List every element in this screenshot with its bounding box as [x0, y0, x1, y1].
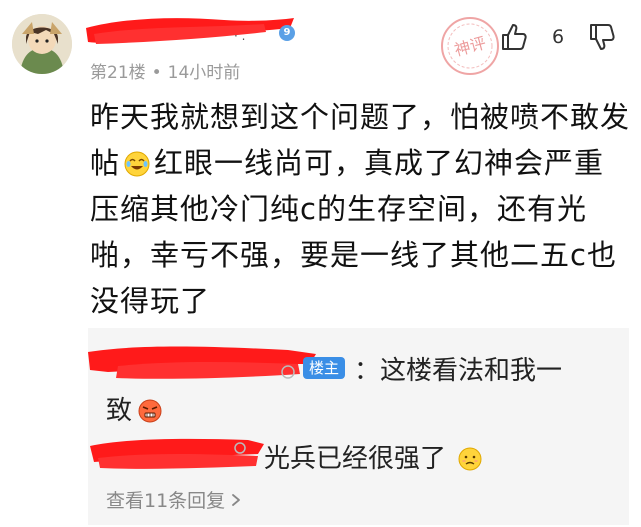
reply-2-text: 光兵已经很强了	[264, 438, 486, 475]
reply-separator: ：	[354, 356, 381, 386]
vote-group: 6	[500, 20, 616, 54]
featured-comment-stamp-icon: 神评	[441, 17, 499, 75]
laughing-tears-emoji-icon	[124, 151, 150, 177]
reply-1-line2: 致	[106, 396, 133, 426]
thumb-down-icon[interactable]	[588, 22, 616, 52]
username-redacted: · .	[86, 18, 294, 44]
chevron-right-icon	[232, 493, 241, 506]
like-count: 6	[552, 26, 565, 48]
stamp-text: 神评	[452, 33, 488, 60]
avatar-image	[12, 14, 72, 74]
op-badge: 楼主	[303, 357, 345, 379]
post-time: 14小时前	[167, 63, 241, 83]
level-badge: 9	[279, 25, 295, 41]
comment-body: 昨天我就想到这个问题了，怕被喷不敢发帖 红眼一线尚可，真成了幻神会严重压缩其他冷…	[90, 94, 630, 324]
avatar[interactable]	[12, 14, 72, 74]
reply-1-continued: 致	[106, 390, 166, 427]
sad-face-emoji-icon	[458, 447, 482, 471]
reply-1-text: ：这楼看法和我一	[354, 350, 562, 387]
reply-2-author-redacted	[90, 438, 264, 469]
reply-2-content: 光兵已经很强了	[264, 444, 447, 474]
reply-1-line1: 这楼看法和我一	[380, 356, 563, 386]
thumb-up-icon[interactable]	[500, 22, 528, 52]
svg-text:· .: · .	[234, 29, 245, 43]
comment-meta: 第21楼 • 14小时前	[90, 58, 240, 83]
floor-number: 第21楼	[90, 63, 146, 83]
reply-author-redacted	[88, 346, 316, 379]
view-more-label: 查看11条回复	[106, 490, 226, 512]
view-more-replies-link[interactable]: 查看11条回复	[106, 486, 241, 513]
meta-dot: •	[151, 63, 162, 83]
angry-face-emoji-icon	[138, 399, 162, 423]
reply-preview-box[interactable]: 楼主 ：这楼看法和我一 致 光兵已经很强了 查看11条回复	[88, 328, 629, 525]
comment-text-part2: 红眼一线尚可，真成了幻神会严重压缩其他冷门纯c的生存空间，还有光啪，幸亏不强，要…	[90, 146, 617, 318]
